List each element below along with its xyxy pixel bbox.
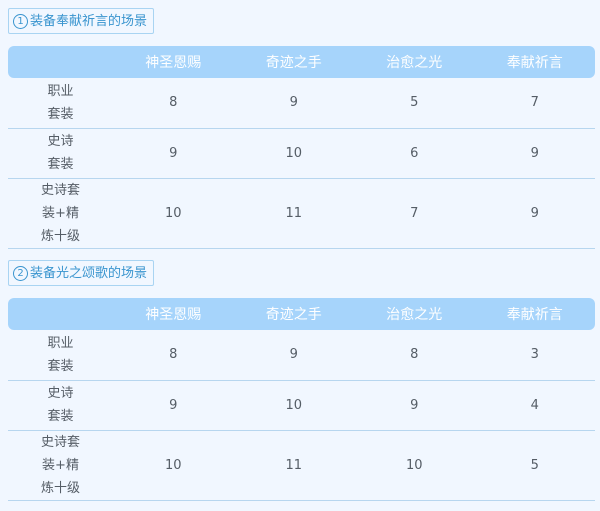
column-header-skill: 神圣恩赐 xyxy=(113,298,234,330)
column-header-skill: 治愈之光 xyxy=(354,298,475,330)
row-label: 史诗套装+精炼十级 xyxy=(8,178,113,249)
table-cell: 8 xyxy=(354,330,475,381)
row-label-line: 职业 xyxy=(47,335,74,351)
column-header-skill: 奉献祈言 xyxy=(474,46,595,78)
table-cell: 6 xyxy=(354,128,475,179)
row-label-line: 炼十级 xyxy=(40,228,80,244)
row-label: 职业 套装 xyxy=(8,78,113,129)
scene-title: 装备奉献祈言的场景 xyxy=(30,14,148,29)
table-header-row: 神圣恩赐 奇迹之手 治愈之光 奉献祈言 xyxy=(8,46,595,78)
scene-title: 装备光之颂歌的场景 xyxy=(30,266,148,281)
scene-section-1: 1 装备奉献祈言的场景 神圣恩赐 奇迹之手 治愈之光 奉献祈言 职业套装 8 9 … xyxy=(8,8,595,251)
row-label: 史诗 套装 xyxy=(8,128,113,179)
scene-section-2: 2 装备光之颂歌的场景 神圣恩赐 奇迹之手 治愈之光 奉献祈言 职业套装 8 9 … xyxy=(8,260,595,503)
table-cell: 10 xyxy=(113,178,234,249)
table-cell: 9 xyxy=(233,330,354,381)
row-label-line: 炼十级 xyxy=(40,480,80,496)
table-row: 史诗套装+精炼十级 10 11 10 5 xyxy=(8,430,595,501)
table-cell: 10 xyxy=(233,128,354,179)
skill-level-table: 神圣恩赐 奇迹之手 治愈之光 奉献祈言 职业套装 8 9 8 3 史诗套装 9 … xyxy=(8,298,595,501)
row-label-line: 史诗套 xyxy=(40,434,80,450)
table-cell: 9 xyxy=(474,128,595,179)
row-label: 史诗 套装 xyxy=(8,380,113,431)
table-row: 史诗套装+精炼十级 10 11 7 9 xyxy=(8,178,595,249)
table-cell: 10 xyxy=(354,430,475,501)
row-label-line: 装+精 xyxy=(42,457,79,473)
table-cell: 8 xyxy=(113,78,234,129)
row-label-line: 史诗套 xyxy=(40,182,80,198)
table-cell: 7 xyxy=(354,178,475,249)
row-label: 职业 套装 xyxy=(8,330,113,381)
table-cell: 10 xyxy=(233,380,354,431)
row-label-line: 套装 xyxy=(47,409,74,424)
table-cell: 3 xyxy=(474,330,595,381)
table-cell: 7 xyxy=(474,78,595,129)
row-label-line: 职业 xyxy=(47,83,74,99)
row-label-line: 史诗 xyxy=(47,386,74,401)
scene-number-badge: 1 xyxy=(13,14,28,29)
table-cell: 8 xyxy=(113,330,234,381)
table-cell: 5 xyxy=(474,430,595,501)
table-cell: 5 xyxy=(354,78,475,129)
table-header-row: 神圣恩赐 奇迹之手 治愈之光 奉献祈言 xyxy=(8,298,595,330)
table-row: 职业套装 8 9 8 3 xyxy=(8,330,595,381)
table-cell: 9 xyxy=(113,380,234,431)
row-label-line: 史诗 xyxy=(47,134,74,149)
table-row: 职业套装 8 9 5 7 xyxy=(8,78,595,129)
scene-title-tag: 1 装备奉献祈言的场景 xyxy=(8,8,155,34)
table-cell: 9 xyxy=(354,380,475,431)
table-cell: 9 xyxy=(474,178,595,249)
column-header-skill: 奇迹之手 xyxy=(233,298,354,330)
column-header-blank xyxy=(8,46,113,78)
table-cell: 9 xyxy=(233,78,354,129)
table-cell: 9 xyxy=(113,128,234,179)
column-header-skill: 奉献祈言 xyxy=(474,298,595,330)
table-row: 史诗套装 9 10 9 4 xyxy=(8,380,595,431)
table-cell: 4 xyxy=(474,380,595,431)
column-header-skill: 神圣恩赐 xyxy=(113,46,234,78)
row-label-line: 套装 xyxy=(47,358,74,374)
skill-level-table: 神圣恩赐 奇迹之手 治愈之光 奉献祈言 职业套装 8 9 5 7 史诗套装 9 … xyxy=(8,46,595,249)
scene-number-badge: 2 xyxy=(13,266,28,281)
row-label-line: 套装 xyxy=(47,157,74,172)
row-label: 史诗套装+精炼十级 xyxy=(8,430,113,501)
row-label-line: 套装 xyxy=(47,106,74,122)
column-header-skill: 奇迹之手 xyxy=(233,46,354,78)
table-cell: 11 xyxy=(233,178,354,249)
table-cell: 10 xyxy=(113,430,234,501)
table-cell: 11 xyxy=(233,430,354,501)
column-header-skill: 治愈之光 xyxy=(354,46,475,78)
table-row: 史诗套装 9 10 6 9 xyxy=(8,128,595,179)
scene-title-tag: 2 装备光之颂歌的场景 xyxy=(8,260,155,286)
column-header-blank xyxy=(8,298,113,330)
row-label-line: 装+精 xyxy=(42,205,79,221)
